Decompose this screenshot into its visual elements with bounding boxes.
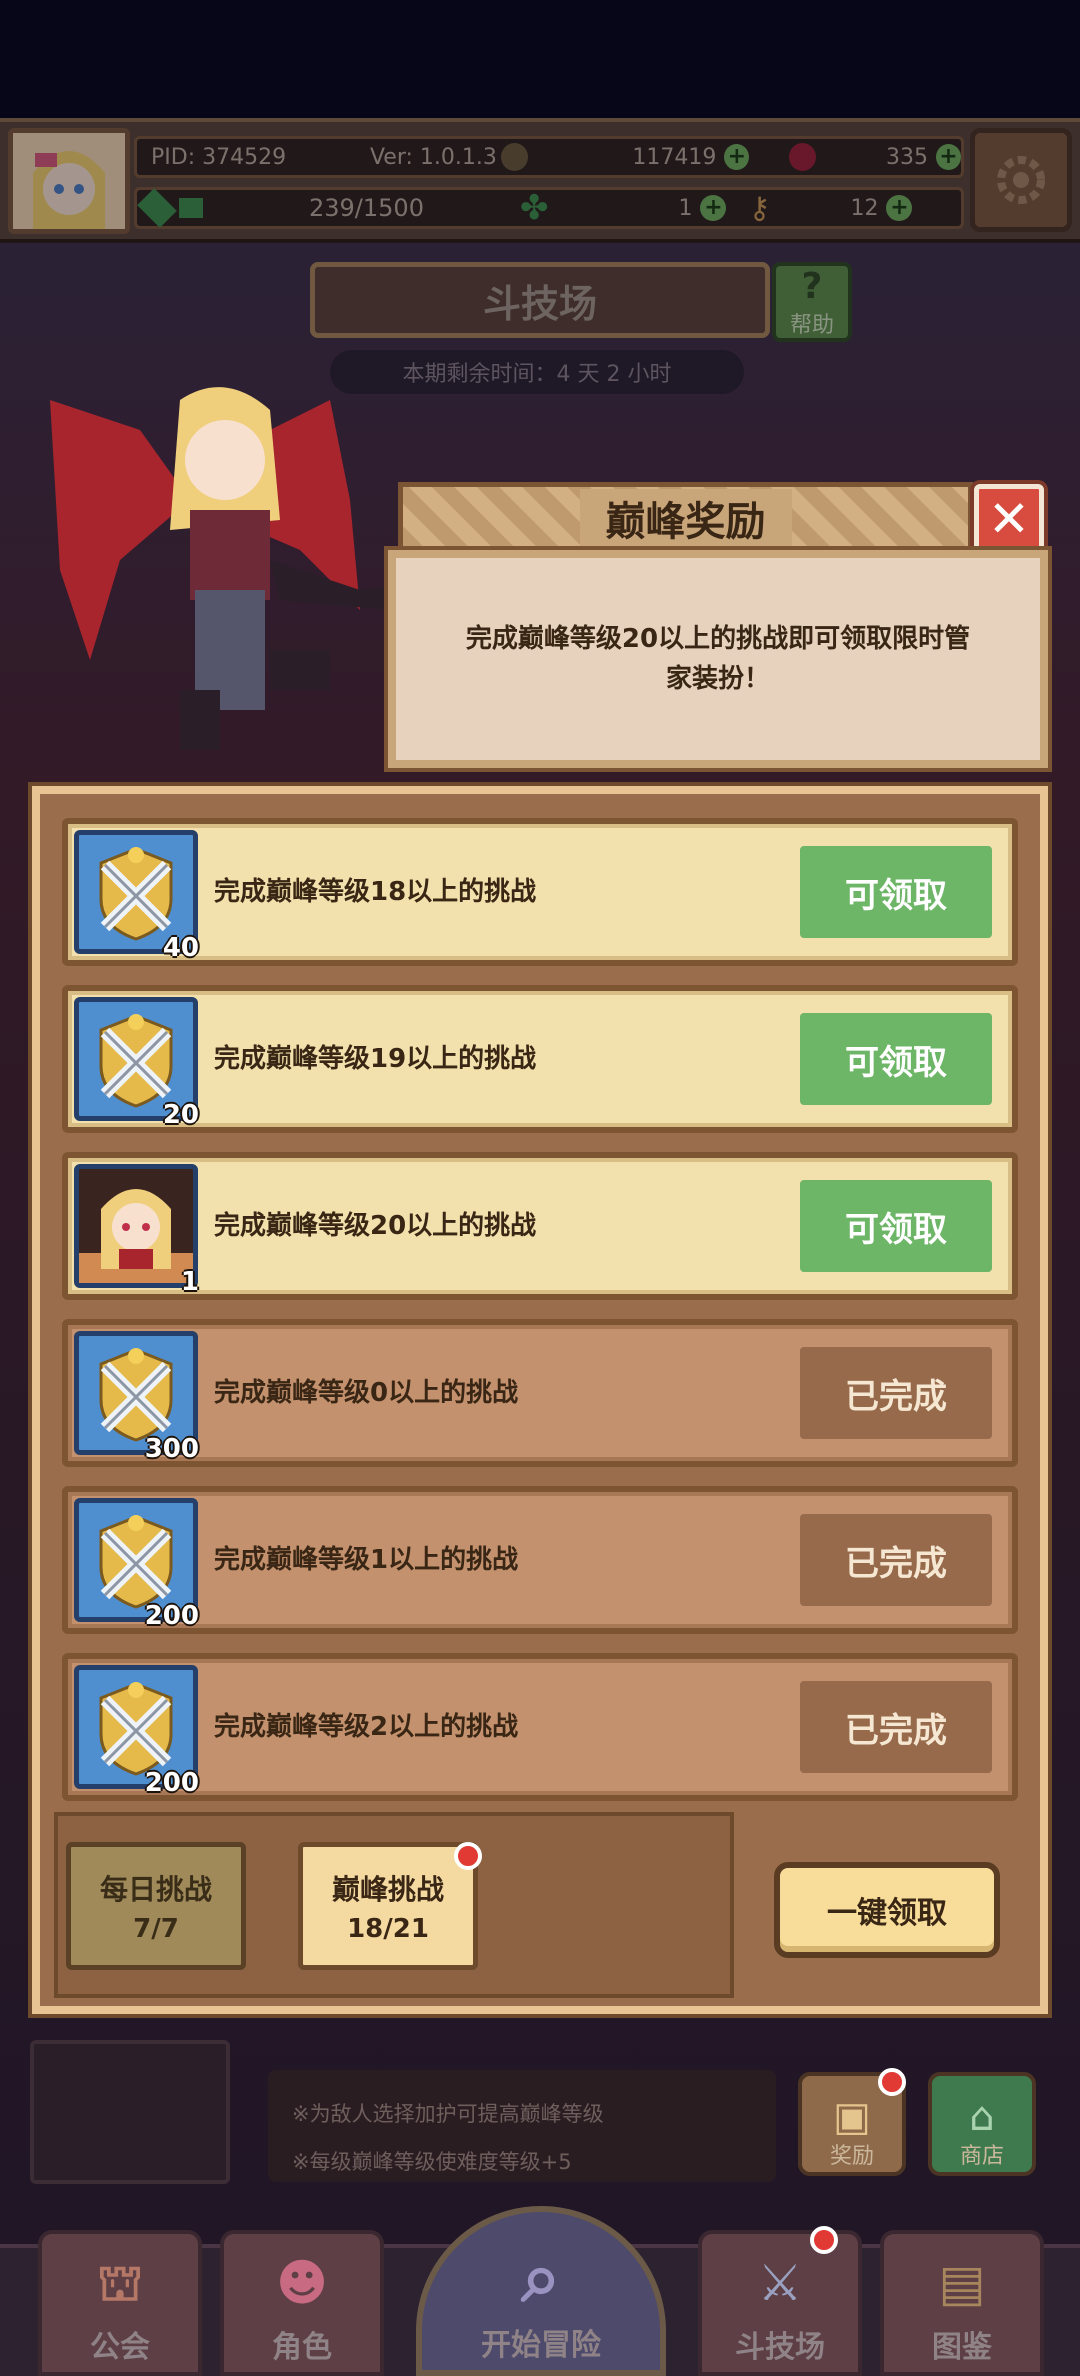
nav-codex-label: 图鉴 [932,2330,992,2365]
reward-count: 40 [162,933,199,963]
tab-peak-challenge[interactable]: 巅峰挑战 18/21 [298,1842,478,1970]
nav-guild-label: 公会 [90,2330,150,2365]
reward-description: 完成巅峰等级2以上的挑战 [214,1712,519,1742]
claim-button[interactable]: 可领取 [800,1013,992,1105]
magnifier-icon: ⌕ [521,2236,561,2318]
shop-button[interactable]: ⌂ 商店 [928,2072,1036,2176]
tab-peak-progress: 18/21 [347,1914,429,1944]
close-icon: ✕ [988,490,1030,548]
popup-title: 巅峰奖励 [579,489,792,547]
sword-shield-icon: 200 [74,1498,199,1631]
book-icon: ▤ [938,2254,986,2312]
reward-count: 200 [144,1601,199,1631]
claim-all-button[interactable]: 一键领取 [774,1862,1000,1958]
reward-label: 奖励 [829,2144,874,2169]
sword-shield-icon: 300 [74,1331,199,1464]
tab-daily-progress: 7/7 [133,1914,179,1944]
tip-line-2: ※每级巅峰等级使难度等级+5 [292,2150,572,2174]
completed-button: 已完成 [800,1514,992,1606]
popup-title-bar: 巅峰奖励 [398,482,973,554]
reward-description: 完成巅峰等级1以上的挑战 [214,1545,519,1575]
reward-count: 200 [144,1768,199,1798]
reward-row: 40 完成巅峰等级18以上的挑战 可领取 [62,818,1018,966]
reward-description: 完成巅峰等级18以上的挑战 [214,877,537,907]
reward-count: 300 [144,1434,199,1464]
tab-daily-challenge[interactable]: 每日挑战 7/7 [66,1842,246,1970]
crossed-swords-icon: ⚔ [757,2254,803,2312]
claim-button[interactable]: 可领取 [800,1180,992,1272]
nav-character-label: 角色 [272,2330,332,2365]
nav-codex[interactable]: ▤ 图鉴 [880,2230,1044,2376]
reward-row: 200 完成巅峰等级2以上的挑战 已完成 [62,1653,1018,1801]
reward-row: 1 完成巅峰等级20以上的挑战 可领取 [62,1152,1018,1300]
popup-description-box: 完成巅峰等级20以上的挑战即可领取限时管家装扮！ [384,546,1052,772]
shop-label: 商店 [959,2144,1004,2169]
nav-character[interactable]: ☻ 角色 [220,2230,384,2376]
tip-line-1: ※为敌人选择加护可提高巅峰等级 [292,2102,604,2126]
reward-row: 300 完成巅峰等级0以上的挑战 已完成 [62,1319,1018,1467]
lower-left-slot [30,2040,230,2184]
guild-icon: ⛫ [97,2254,143,2312]
nav-arena[interactable]: ⚔ 斗技场 [698,2230,862,2376]
tab-peak-label: 巅峰挑战 [331,1873,444,1906]
nav-arena-label: 斗技场 [735,2330,825,2365]
popup-description: 完成巅峰等级20以上的挑战即可领取限时管家装扮！ [465,624,971,694]
reward-description: 完成巅峰等级0以上的挑战 [214,1378,519,1408]
reward-description: 完成巅峰等级20以上的挑战 [214,1211,537,1241]
completed-button: 已完成 [800,1347,992,1439]
tips-box: ※为敌人选择加护可提高巅峰等级 ※每级巅峰等级使难度等级+5 [268,2070,776,2182]
close-button[interactable]: ✕ [974,484,1044,554]
nav-guild[interactable]: ⛫ 公会 [38,2230,202,2376]
reward-badge [878,2068,906,2096]
tab-daily-label: 每日挑战 [99,1873,212,1906]
sword-shield-icon: 40 [74,830,199,963]
reward-row: 20 完成巅峰等级19以上的挑战 可领取 [62,985,1018,1133]
claim-button[interactable]: 可领取 [800,846,992,938]
nav-start-label: 开始冒险 [481,2328,601,2363]
character-icon: ☻ [275,2254,329,2312]
reward-count: 20 [162,1100,199,1130]
chest-icon: ▣ [833,2094,871,2140]
completed-button: 已完成 [800,1681,992,1773]
vampire-portrait-icon: 1 [74,1164,199,1297]
reward-description: 完成巅峰等级19以上的挑战 [214,1044,537,1074]
sword-shield-icon: 20 [74,997,199,1130]
arena-nav-badge [810,2226,838,2254]
notification-badge [454,1842,482,1870]
shop-icon: ⌂ [969,2094,995,2140]
reward-count: 1 [180,1267,199,1297]
reward-row: 200 完成巅峰等级1以上的挑战 已完成 [62,1486,1018,1634]
sword-shield-icon: 200 [74,1665,199,1798]
